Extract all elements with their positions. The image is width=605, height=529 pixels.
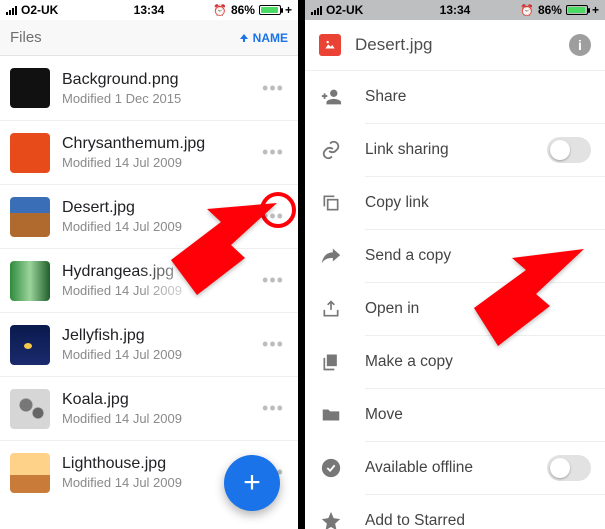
link-sharing-toggle[interactable]	[547, 137, 591, 163]
person-add-icon	[319, 86, 343, 108]
available-offline-option[interactable]: Available offline	[305, 442, 605, 494]
share-option[interactable]: Share	[305, 71, 605, 123]
add-to-starred-option[interactable]: Add to Starred	[305, 495, 605, 529]
file-thumbnail	[10, 389, 50, 429]
option-label: Move	[365, 406, 591, 424]
more-actions-button[interactable]: •••	[258, 398, 288, 419]
file-name: Koala.jpg	[62, 391, 258, 409]
file-date: Modified 1 Dec 2015	[62, 91, 258, 106]
star-icon	[319, 510, 343, 529]
sheet-header: Desert.jpg i	[305, 20, 605, 70]
file-row[interactable]: Koala.jpg Modified 14 Jul 2009 •••	[0, 376, 298, 440]
signal-bars-icon	[6, 6, 17, 15]
sort-label: NAME	[253, 31, 288, 45]
duplicate-icon	[319, 352, 343, 372]
plus-icon: +	[243, 468, 261, 498]
carrier-label: O2-UK	[21, 3, 58, 17]
more-actions-button[interactable]: •••	[258, 78, 288, 99]
annotation-arrow	[456, 246, 586, 346]
sort-button[interactable]: NAME	[239, 31, 288, 45]
open-in-icon	[319, 299, 343, 319]
charging-icon: +	[592, 3, 599, 17]
file-name: Jellyfish.jpg	[62, 327, 258, 345]
file-name: Chrysanthemum.jpg	[62, 135, 258, 153]
file-row[interactable]: Background.png Modified 1 Dec 2015 •••	[0, 56, 298, 120]
file-thumbnail	[10, 325, 50, 365]
battery-icon	[259, 5, 281, 15]
file-name: Background.png	[62, 71, 258, 89]
link-sharing-option[interactable]: Link sharing	[305, 124, 605, 176]
list-header: Files NAME	[0, 20, 298, 56]
file-date: Modified 14 Jul 2009	[62, 411, 258, 426]
file-date: Modified 14 Jul 2009	[62, 347, 258, 362]
add-fab-button[interactable]: +	[224, 455, 280, 511]
offline-icon	[319, 457, 343, 479]
option-label: Link sharing	[365, 141, 525, 159]
arrow-up-icon	[239, 33, 249, 43]
alarm-icon: ⏰	[520, 4, 534, 17]
copy-link-option[interactable]: Copy link	[305, 177, 605, 229]
share-arrow-icon	[319, 245, 343, 267]
alarm-icon: ⏰	[213, 4, 227, 17]
sheet-title: Desert.jpg	[355, 35, 555, 55]
offline-toggle[interactable]	[547, 455, 591, 481]
file-thumbnail	[10, 453, 50, 493]
header-title: Files	[10, 29, 42, 46]
annotation-arrow	[159, 200, 279, 295]
file-row[interactable]: Jellyfish.jpg Modified 14 Jul 2009 •••	[0, 312, 298, 376]
option-label: Share	[365, 88, 591, 106]
status-bar: O2-UK 13:34 ⏰ 86% +	[0, 0, 298, 20]
battery-icon	[566, 5, 588, 15]
copy-icon	[319, 193, 343, 213]
link-icon	[319, 139, 343, 161]
option-label: Add to Starred	[365, 512, 591, 529]
folder-icon	[319, 404, 343, 426]
image-file-icon	[319, 34, 341, 56]
file-row[interactable]: Chrysanthemum.jpg Modified 14 Jul 2009 •…	[0, 120, 298, 184]
clock-label: 13:34	[134, 3, 165, 17]
option-label: Make a copy	[365, 353, 591, 371]
file-thumbnail	[10, 197, 50, 237]
status-bar: O2-UK 13:34 ⏰ 86% +	[305, 0, 605, 20]
clock-label: 13:34	[440, 3, 471, 17]
more-actions-button[interactable]: •••	[258, 334, 288, 355]
battery-percent: 86%	[231, 3, 255, 17]
option-label: Copy link	[365, 194, 591, 212]
battery-percent: 86%	[538, 3, 562, 17]
file-date: Modified 14 Jul 2009	[62, 155, 258, 170]
file-thumbnail	[10, 68, 50, 108]
file-thumbnail	[10, 133, 50, 173]
move-option[interactable]: Move	[305, 389, 605, 441]
info-button[interactable]: i	[569, 34, 591, 56]
file-thumbnail	[10, 261, 50, 301]
option-label: Available offline	[365, 459, 525, 477]
more-actions-button[interactable]: •••	[258, 142, 288, 163]
signal-bars-icon	[311, 6, 322, 15]
carrier-label: O2-UK	[326, 3, 363, 17]
charging-icon: +	[285, 3, 292, 17]
